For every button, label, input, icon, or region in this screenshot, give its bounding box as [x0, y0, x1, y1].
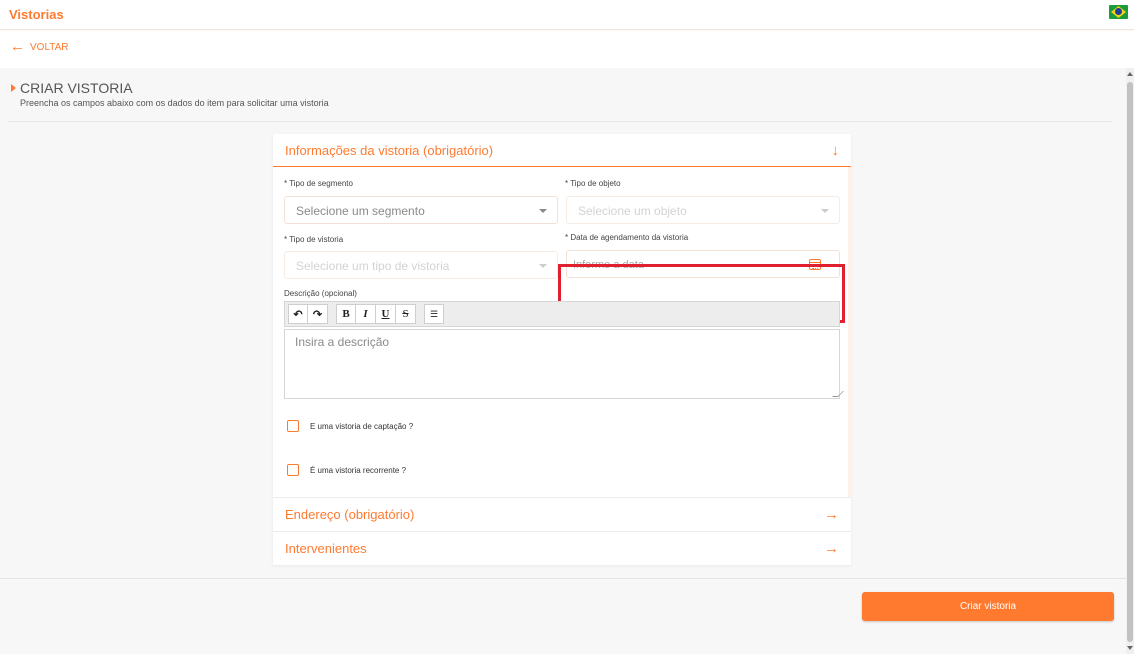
- bold-button[interactable]: B: [336, 304, 356, 324]
- page-subtitle: Preencha os campos abaixo com os dados d…: [20, 98, 329, 108]
- schedule-date-input[interactable]: Informe a data: [566, 250, 840, 278]
- editor-toolbar: ↶ ↷ B I U S ☰: [284, 301, 840, 327]
- arrow-right-icon: →: [824, 506, 839, 523]
- create-inspection-button[interactable]: Criar vistoria: [862, 592, 1114, 621]
- caret-right-icon: [11, 84, 16, 92]
- schedule-date-placeholder: Informe a data: [573, 259, 644, 271]
- resize-grip-icon[interactable]: [832, 391, 844, 397]
- strikethrough-button[interactable]: S: [396, 304, 416, 324]
- section-parties-title: Intervenientes: [285, 541, 367, 556]
- description-placeholder: Insira a descrição: [295, 335, 390, 349]
- scroll-up-icon[interactable]: [1127, 72, 1133, 76]
- page-title: CRIAR VISTORIA: [11, 80, 329, 96]
- page-header: CRIAR VISTORIA Preencha os campos abaixo…: [11, 80, 329, 108]
- schedule-date-label: * Data de agendamento da vistoria: [565, 233, 689, 242]
- object-label: * Tipo de objeto: [565, 179, 621, 188]
- footer-divider: [0, 578, 1126, 579]
- description-textarea[interactable]: Insira a descrição: [284, 329, 844, 399]
- section-address-title: Endereço (obrigatório): [285, 507, 415, 522]
- capture-checkbox-label: E uma vistoria de captação ?: [310, 421, 414, 431]
- back-bar: ← VOLTAR: [0, 31, 1134, 68]
- section-info-header[interactable]: Informações da vistoria (obrigatório) ↓: [273, 134, 851, 167]
- italic-button[interactable]: I: [356, 304, 376, 324]
- scroll-down-icon[interactable]: [1127, 646, 1133, 650]
- undo-button[interactable]: ↶: [288, 304, 308, 324]
- back-label: VOLTAR: [30, 41, 69, 53]
- recurring-checkbox[interactable]: [287, 464, 299, 476]
- inspection-type-placeholder: Selecione um tipo de vistoria: [296, 259, 450, 273]
- section-address-header[interactable]: Endereço (obrigatório) →: [273, 498, 851, 531]
- calendar-icon[interactable]: [809, 259, 821, 270]
- chevron-down-icon: [821, 209, 829, 213]
- section-parties-header[interactable]: Intervenientes →: [273, 532, 851, 565]
- app-title: Vistorias: [9, 7, 64, 22]
- arrow-left-icon: ←: [10, 38, 25, 55]
- capture-checkbox-row[interactable]: E uma vistoria de captação ?: [287, 420, 413, 432]
- segment-select[interactable]: Selecione um segmento: [284, 196, 558, 224]
- object-select[interactable]: Selecione um objeto: [566, 196, 840, 224]
- ordered-list-button[interactable]: ☰: [424, 304, 444, 324]
- capture-checkbox[interactable]: [287, 420, 299, 432]
- arrow-down-icon: ↓: [831, 141, 840, 159]
- inspection-type-label: * Tipo de vistoria: [284, 235, 344, 244]
- redo-button[interactable]: ↷: [308, 304, 328, 324]
- recurring-checkbox-label: É uma vistoria recorrente ?: [310, 465, 407, 475]
- recurring-checkbox-row[interactable]: É uma vistoria recorrente ?: [287, 464, 406, 476]
- chevron-down-icon: [539, 209, 547, 213]
- segment-label: * Tipo de segmento: [284, 179, 353, 188]
- section-info-title: Informações da vistoria (obrigatório): [285, 142, 494, 158]
- scroll-thumb[interactable]: [1127, 82, 1133, 642]
- arrow-right-icon: →: [824, 540, 839, 557]
- object-placeholder: Selecione um objeto: [578, 204, 687, 218]
- inspection-type-select[interactable]: Selecione um tipo de vistoria: [284, 251, 558, 279]
- brazil-flag-icon[interactable]: [1109, 5, 1128, 19]
- chevron-down-icon: [539, 264, 547, 268]
- section-info-body: * Tipo de segmento Selecione um segmento…: [273, 167, 851, 497]
- inspection-form-panel: Informações da vistoria (obrigatório) ↓ …: [273, 134, 851, 565]
- back-link[interactable]: ← VOLTAR: [10, 38, 69, 55]
- header-divider: [8, 121, 1112, 122]
- top-bar: Vistorias: [0, 0, 1134, 30]
- segment-placeholder: Selecione um segmento: [296, 204, 425, 218]
- page-scrollbar[interactable]: [1126, 68, 1134, 654]
- underline-button[interactable]: U: [376, 304, 396, 324]
- page-title-text: CRIAR VISTORIA: [20, 80, 133, 96]
- description-label: Descrição (opcional): [284, 289, 357, 298]
